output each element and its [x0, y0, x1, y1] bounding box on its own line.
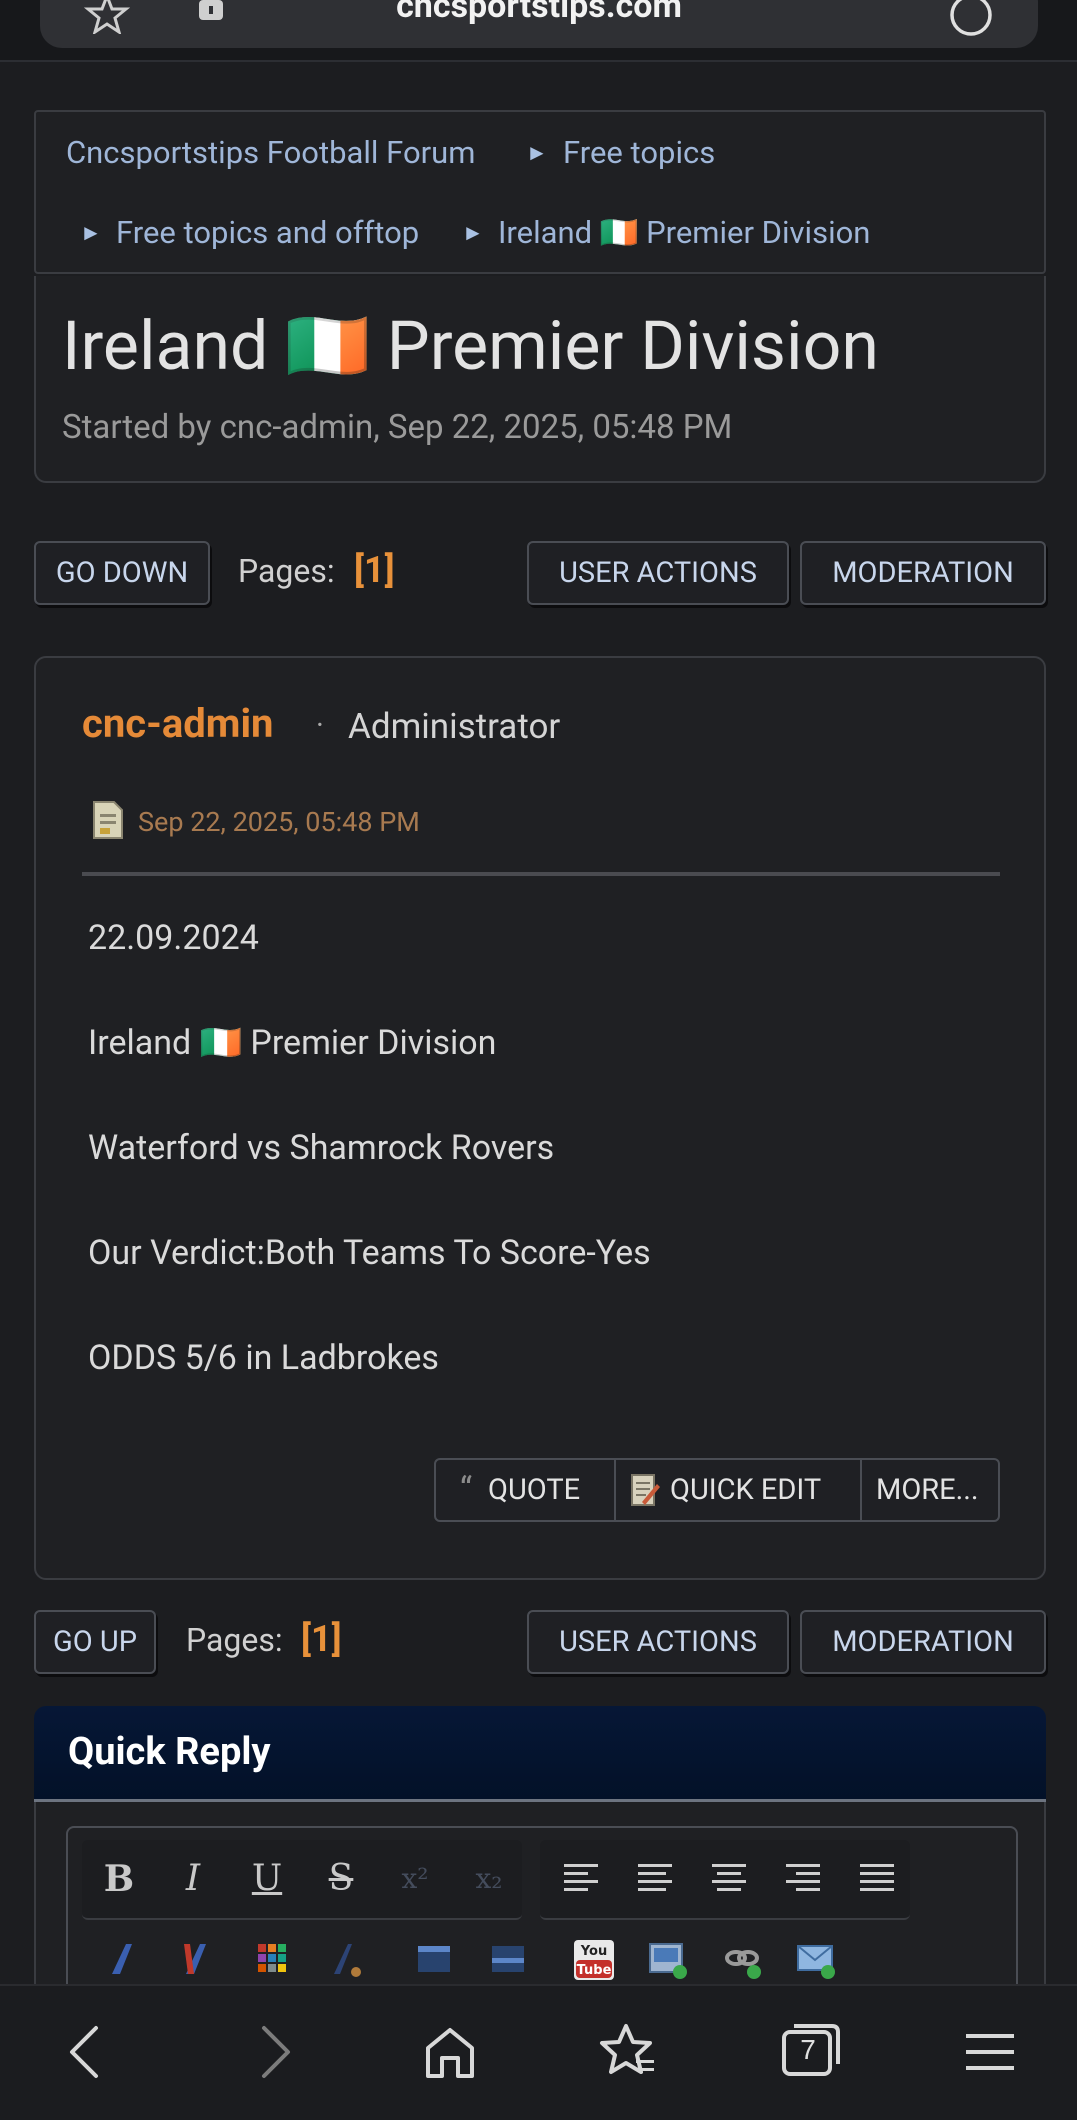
post-line: 22.09.2024: [88, 918, 259, 958]
back-icon[interactable]: [56, 2020, 120, 2084]
topic-header: Ireland 🇮🇪 Premier Division Started by c…: [34, 276, 1046, 483]
align-left-text-icon[interactable]: [630, 1854, 680, 1904]
insert-email-icon[interactable]: [790, 1934, 840, 1984]
breadcrumb: Cncsportstips Football Forum ► Free topi…: [34, 110, 1046, 274]
justify-icon[interactable]: [852, 1854, 902, 1904]
topic-started-info: Started by cnc-admin, Sep 22, 2025, 05:4…: [62, 408, 733, 447]
author-role: Administrator: [348, 706, 561, 747]
svg-text:You: You: [580, 1944, 607, 1959]
quote-button[interactable]: “ QUOTE: [434, 1458, 616, 1522]
breadcrumb-offtop[interactable]: Free topics and offtop: [116, 214, 419, 251]
strikethrough-button[interactable]: S: [316, 1854, 366, 1904]
color-grid-icon[interactable]: [246, 1934, 296, 1984]
quick-reply-header: Quick Reply: [34, 1706, 1046, 1802]
post-card: cnc-admin · Administrator Sep 22, 2025, …: [34, 656, 1046, 1580]
more-button[interactable]: MORE...: [862, 1458, 1000, 1522]
document-icon: [93, 801, 123, 839]
tabs-button[interactable]: 7: [776, 2016, 846, 2086]
post-date[interactable]: Sep 22, 2025, 05:48 PM: [138, 806, 420, 838]
quick-edit-label: QUICK EDIT: [670, 1473, 822, 1507]
bookmarks-icon[interactable]: [596, 2020, 660, 2084]
align-group: [540, 1840, 910, 1920]
table-icon[interactable]: [408, 1934, 458, 1984]
quick-reply-body: B I U S x² x₂ You Tube: [34, 1802, 1046, 2026]
breadcrumb-separator: ►: [462, 221, 484, 246]
reload-icon[interactable]: [948, 0, 994, 38]
italic-button[interactable]: I: [168, 1854, 218, 1904]
user-actions-button[interactable]: USER ACTIONS: [527, 1610, 789, 1674]
breadcrumb-separator: ►: [80, 221, 102, 246]
font-face-icon[interactable]: [98, 1934, 148, 1984]
address-bar[interactable]: cncsportstips.com: [40, 0, 1038, 48]
go-up-button[interactable]: GO UP: [34, 1610, 156, 1674]
font-color-icon[interactable]: [172, 1934, 222, 1984]
moderation-button[interactable]: MODERATION: [800, 1610, 1046, 1674]
post-line: Waterford vs Shamrock Rovers: [88, 1128, 555, 1168]
quick-edit-button[interactable]: QUICK EDIT: [616, 1458, 862, 1522]
insert-image-icon[interactable]: [642, 1934, 692, 1984]
breadcrumb-current[interactable]: Ireland 🇮🇪 Premier Division: [498, 214, 870, 251]
separator-dot: ·: [316, 708, 324, 743]
page-title: Ireland 🇮🇪 Premier Division: [62, 306, 879, 386]
moderation-button[interactable]: MODERATION: [800, 541, 1046, 605]
user-actions-button[interactable]: USER ACTIONS: [527, 541, 789, 605]
browser-bottom-nav: 7: [0, 1984, 1077, 2120]
superscript-button[interactable]: x²: [390, 1854, 440, 1904]
table-row-icon[interactable]: [482, 1934, 532, 1984]
quote-icon: “: [460, 1470, 473, 1510]
forward-icon[interactable]: [240, 2020, 304, 2084]
browser-toolbar: cncsportstips.com: [0, 0, 1077, 62]
align-center-icon[interactable]: [704, 1854, 754, 1904]
divider: [82, 872, 1000, 876]
post-actions: “ QUOTE QUICK EDIT MORE...: [434, 1458, 1000, 1522]
page-link-1[interactable]: [1]: [354, 549, 395, 591]
underline-button[interactable]: U: [242, 1854, 292, 1904]
edit-note-icon: [631, 1474, 660, 1506]
menu-icon[interactable]: [958, 2020, 1022, 2084]
post-line: ODDS 5/6 in Ladbrokes: [88, 1338, 439, 1378]
breadcrumb-separator: ►: [526, 141, 548, 166]
pages-label: Pages:: [238, 552, 335, 590]
quick-reply-title: Quick Reply: [68, 1730, 271, 1774]
subscript-button[interactable]: x₂: [464, 1854, 514, 1904]
post-line: Ireland 🇮🇪 Premier Division: [88, 1023, 497, 1063]
align-left-icon[interactable]: [556, 1854, 606, 1904]
font-size-icon[interactable]: [320, 1934, 370, 1984]
tab-count: 7: [800, 2034, 816, 2065]
insert-link-icon[interactable]: [716, 1934, 766, 1984]
format-group: B I U S x² x₂: [82, 1840, 522, 1920]
pages-label: Pages:: [186, 1621, 283, 1659]
post-author[interactable]: cnc-admin: [82, 700, 273, 747]
post-line: Our Verdict:Both Teams To Score-Yes: [88, 1233, 651, 1273]
url-text[interactable]: cncsportstips.com: [40, 0, 1038, 26]
home-icon[interactable]: [418, 2020, 482, 2084]
breadcrumb-forum[interactable]: Cncsportstips Football Forum: [66, 134, 475, 171]
align-right-icon[interactable]: [778, 1854, 828, 1904]
page-link-1[interactable]: [1]: [301, 1618, 342, 1660]
quote-label: QUOTE: [488, 1473, 581, 1507]
breadcrumb-free-topics[interactable]: Free topics: [563, 134, 715, 171]
bold-button[interactable]: B: [94, 1854, 144, 1904]
youtube-icon[interactable]: You Tube: [568, 1934, 618, 1984]
svg-text:Tube: Tube: [577, 1963, 612, 1978]
go-down-button[interactable]: GO DOWN: [34, 541, 210, 605]
